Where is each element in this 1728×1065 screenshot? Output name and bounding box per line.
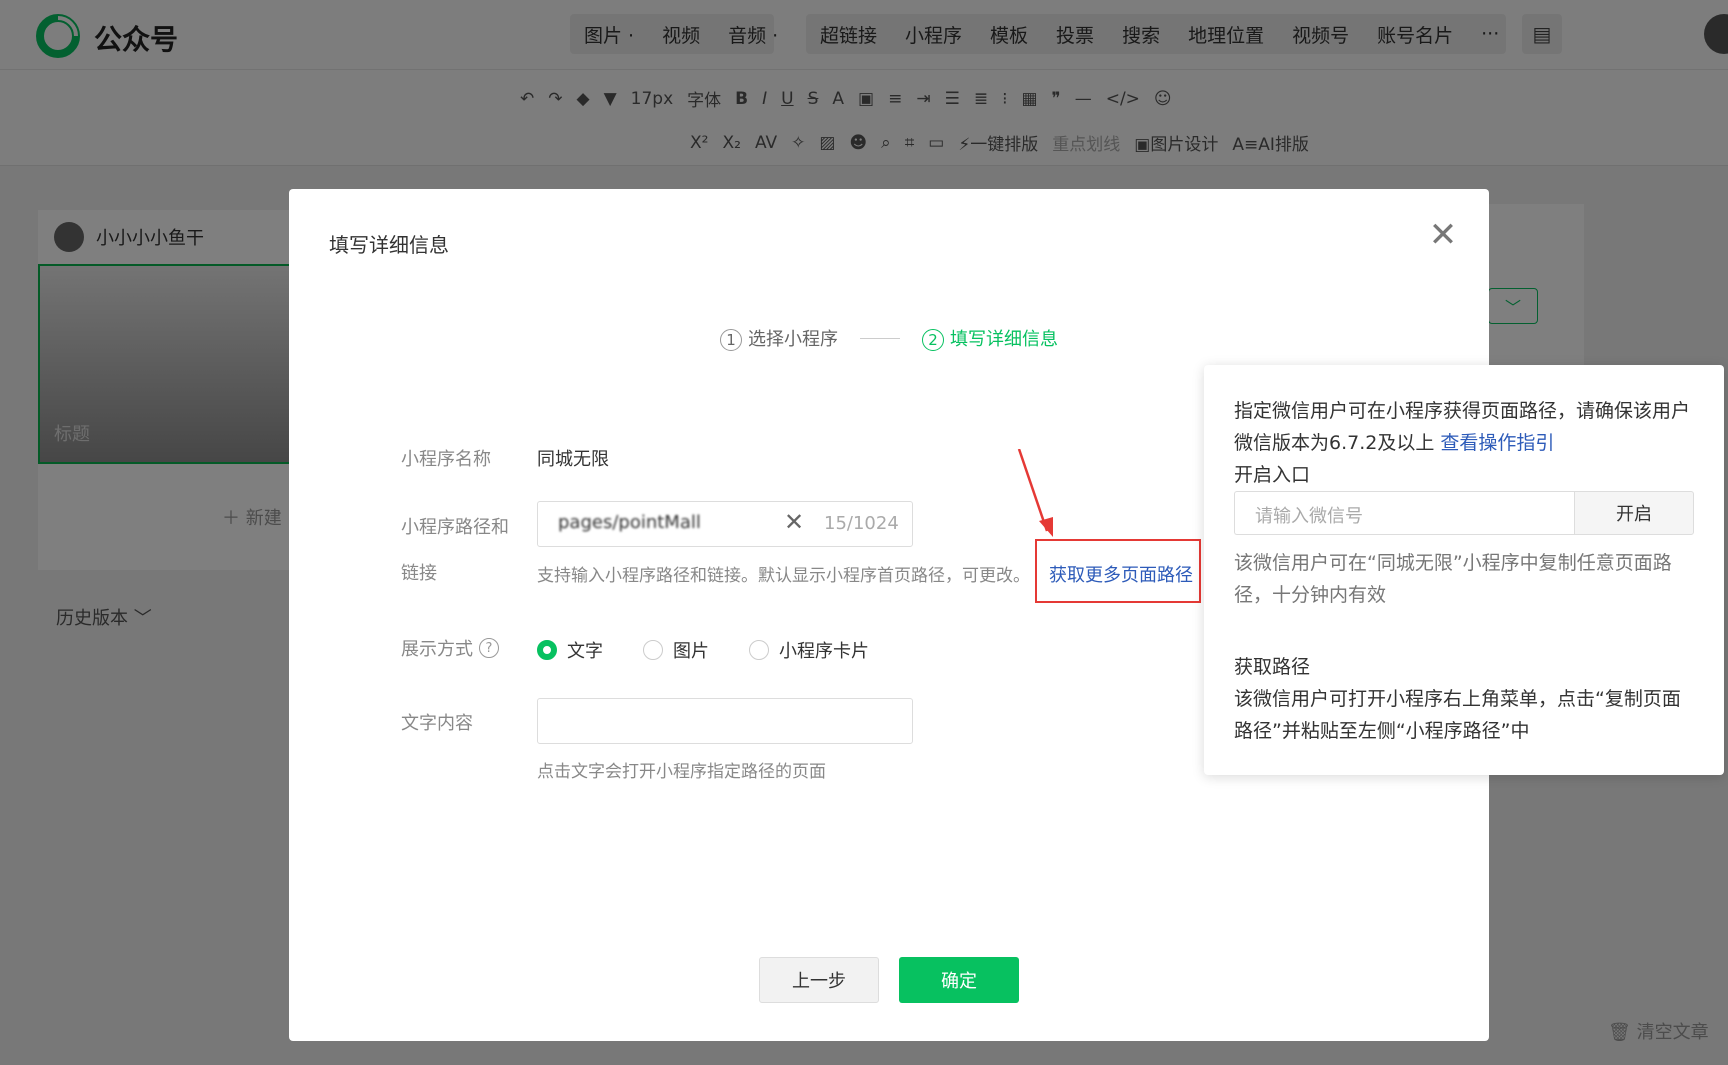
step-1-number: 1 [720,329,742,351]
path-label: 小程序路径和 [401,517,509,538]
path-input-value: pages/pointMall [558,512,701,533]
step-1-label: 选择小程序 [748,329,838,350]
radio-unchecked-icon [643,640,663,660]
step-2-label: 填写详细信息 [950,329,1058,350]
open-entry-title: 开启入口 [1234,464,1311,486]
previous-step-button[interactable]: 上一步 [759,957,879,1003]
char-counter: 15/1024 [824,513,899,534]
text-content-input[interactable] [537,698,913,744]
confirm-button[interactable]: 确定 [899,957,1019,1003]
dialog-title: 填写详细信息 [329,233,449,257]
open-note: 该微信用户可在“同城无限”小程序中复制任意页面路径，十分钟内有效 [1234,552,1672,606]
display-mode-radios: 文字 图片 小程序卡片 [537,637,909,663]
display-mode-label: 展示方式 ? [401,635,499,661]
radio-checked-icon [537,640,557,660]
radio-text[interactable]: 文字 [537,637,603,663]
radio-image-label: 图片 [673,641,709,662]
more-page-path-link[interactable]: 获取更多页面路径 [1049,561,1193,587]
wechat-id-input[interactable]: 请输入微信号 [1234,491,1574,535]
get-path-desc: 该微信用户可打开小程序右上角菜单，点击“复制页面路径”并粘贴至左侧“小程序路径”… [1234,688,1681,742]
close-icon[interactable]: ✕ [1427,218,1459,252]
step-2: 2 填写详细信息 [922,325,1058,351]
path-label-2: 链接 [401,563,437,584]
radio-card-label: 小程序卡片 [779,641,869,662]
name-value: 同城无限 [537,449,609,470]
path-hint: 支持输入小程序路径和链接。默认显示小程序首页路径，可更改。 [537,566,1030,586]
get-path-title: 获取路径 [1234,656,1311,678]
name-label: 小程序名称 [401,449,491,470]
clear-icon[interactable]: ✕ [784,508,804,536]
path-input[interactable]: pages/pointMall ✕ 15/1024 [537,501,913,547]
display-mode-text: 展示方式 [401,639,473,660]
radio-unchecked-icon [749,640,769,660]
text-content-label: 文字内容 [401,713,473,734]
stepper: 1 选择小程序 2 填写详细信息 [289,325,1489,351]
step-2-number: 2 [922,329,944,351]
text-content-hint: 点击文字会打开小程序指定路径的页面 [537,762,826,782]
annotation-arrow-icon [1017,449,1053,537]
guide-link[interactable]: 查看操作指引 [1440,432,1554,454]
step-1: 1 选择小程序 [720,325,838,351]
help-icon[interactable]: ? [479,638,499,658]
radio-text-label: 文字 [567,641,603,662]
radio-card[interactable]: 小程序卡片 [749,637,869,663]
popover-intro: 指定微信用户可在小程序获得页面路径，请确保该用户微信版本为6.7.2及以上 查看… [1234,395,1694,459]
open-button[interactable]: 开启 [1574,491,1694,535]
step-connector [860,337,900,339]
path-help-popover: 指定微信用户可在小程序获得页面路径，请确保该用户微信版本为6.7.2及以上 查看… [1204,365,1724,775]
radio-image[interactable]: 图片 [643,637,709,663]
